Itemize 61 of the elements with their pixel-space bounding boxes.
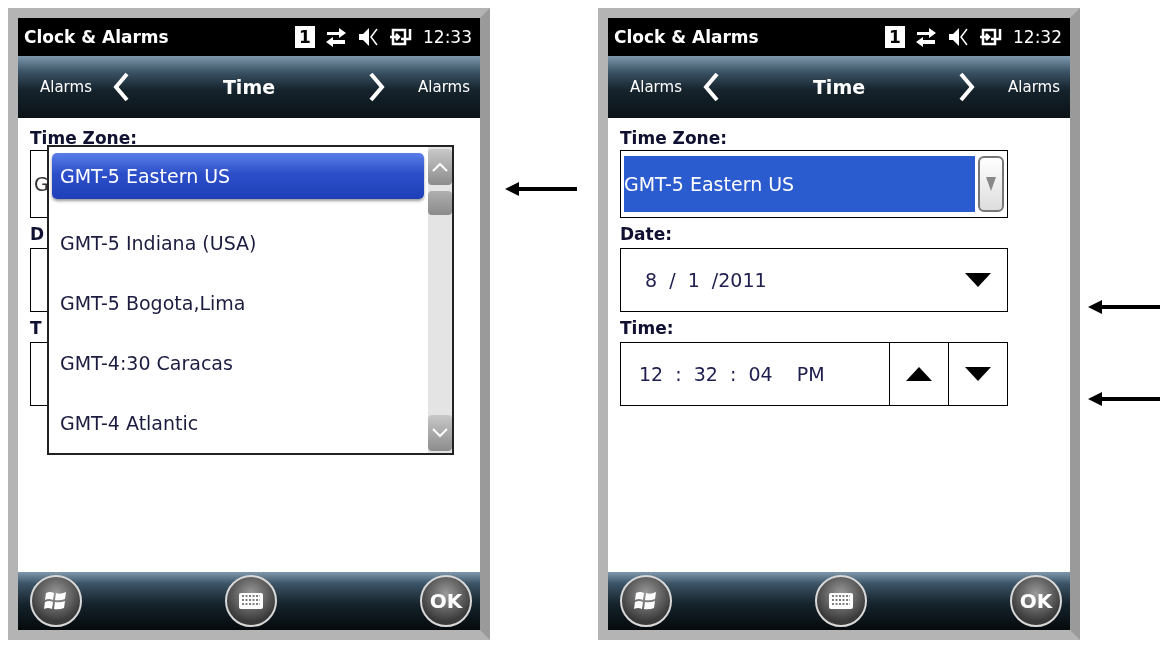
time-zone-value: GMT-5 Eastern US [624, 156, 975, 212]
scrollbar[interactable] [428, 147, 452, 453]
page-title: Time [811, 76, 867, 98]
date-picker-field[interactable]: 8 / 1 /2011 [620, 248, 1008, 312]
field-label: D [30, 223, 45, 246]
app-title: Clock & Alarms [24, 27, 170, 47]
pointer-arrow [505, 182, 577, 196]
time-picker-field[interactable]: 12 : 32 : 04 PM [620, 342, 1008, 406]
caret-down-icon [986, 177, 996, 191]
time-zone-option[interactable]: GMT-4 Atlantic [52, 393, 424, 453]
field-label: Time: [620, 317, 674, 340]
time-zone-option[interactable]: GMT-5 Eastern US [52, 153, 424, 199]
keyboard-icon [238, 591, 264, 611]
clock-time: 12:33 [423, 27, 472, 47]
field-label: Time Zone: [30, 127, 138, 150]
chevron-up-icon [432, 162, 448, 172]
power-plug-icon [979, 27, 1003, 47]
field-label: Date: [620, 223, 673, 246]
field-label: Time Zone: [620, 127, 728, 150]
triangle-down-icon [965, 367, 991, 381]
chevron-left-icon[interactable] [701, 72, 720, 102]
time-zone-select[interactable]: GMT-5 Eastern US [620, 150, 1008, 218]
speaker-muted-icon [357, 26, 379, 48]
pointer-arrow [1088, 392, 1160, 406]
time-zone-option[interactable]: GMT-5 Bogota,Lima [52, 273, 424, 333]
field-label: T [30, 317, 42, 340]
pointer-arrow [1088, 300, 1160, 314]
chevron-down-icon [432, 428, 448, 438]
sync-arrows-icon [325, 27, 347, 47]
status-badge: 1 [295, 26, 315, 48]
previous-page-link[interactable]: Alarms [40, 78, 92, 96]
chevron-left-icon[interactable] [111, 72, 130, 102]
ok-button[interactable]: OK [420, 575, 472, 627]
chevron-right-icon[interactable] [368, 72, 387, 102]
page-title: Time [221, 76, 277, 98]
scroll-down-button[interactable] [428, 415, 452, 451]
next-page-link[interactable]: Alarms [418, 78, 470, 96]
start-button[interactable] [30, 575, 82, 627]
time-value: 12 : 32 : 04 PM [639, 363, 825, 385]
ok-button[interactable]: OK [1010, 575, 1062, 627]
keyboard-button[interactable] [225, 575, 277, 627]
scroll-up-button[interactable] [428, 149, 452, 185]
status-badge: 1 [885, 26, 905, 48]
time-zone-option[interactable]: GMT-5 Indiana (USA) [52, 213, 424, 273]
chevron-right-icon[interactable] [958, 72, 977, 102]
date-value: 8 / 1 /2011 [645, 269, 767, 291]
keyboard-button[interactable] [815, 575, 867, 627]
previous-page-link[interactable]: Alarms [630, 78, 682, 96]
start-button[interactable] [620, 575, 672, 627]
keyboard-icon [828, 591, 854, 611]
clock-time: 12:32 [1013, 27, 1062, 47]
power-plug-icon [389, 27, 413, 47]
time-zone-option[interactable]: GMT-4:30 Caracas [52, 333, 424, 393]
sync-arrows-icon [915, 27, 937, 47]
speaker-muted-icon [947, 26, 969, 48]
triangle-up-icon [906, 367, 932, 381]
dropdown-button[interactable] [978, 156, 1004, 212]
caret-down-icon [965, 273, 991, 287]
next-page-link[interactable]: Alarms [1008, 78, 1060, 96]
scroll-thumb[interactable] [428, 191, 452, 215]
app-title: Clock & Alarms [614, 27, 760, 47]
